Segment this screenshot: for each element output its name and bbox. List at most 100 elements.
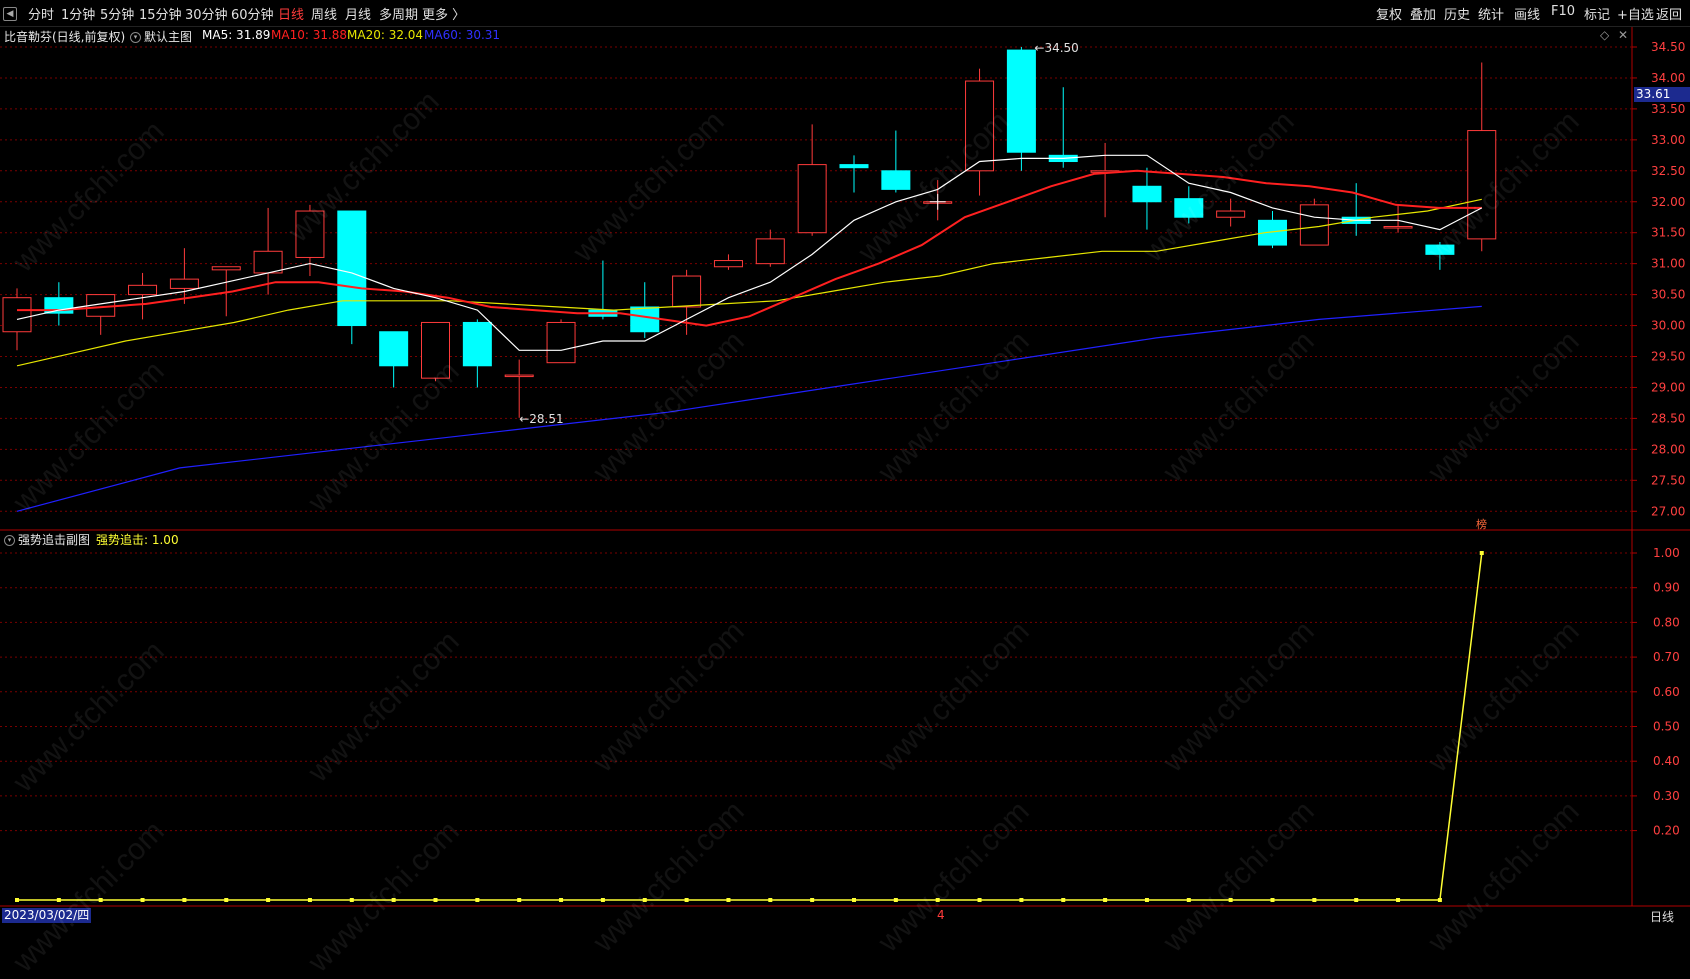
price-tick-label: 32.00 bbox=[1651, 195, 1685, 209]
indicator-point bbox=[266, 898, 271, 902]
more-menu[interactable]: 更多 〉 bbox=[422, 4, 465, 23]
price-tick-label: 27.50 bbox=[1651, 473, 1685, 487]
draw-line-button[interactable]: 画线 bbox=[1514, 4, 1540, 23]
month-marker: 4 bbox=[937, 908, 945, 922]
price-tick-label: 29.50 bbox=[1651, 350, 1685, 364]
candle-body bbox=[421, 321, 450, 379]
indicator-point bbox=[1186, 898, 1191, 902]
add-watchlist-button[interactable]: +自选 bbox=[1617, 4, 1654, 23]
history-button[interactable]: 历史 bbox=[1444, 4, 1470, 23]
toolbar: ◀ 分时 1分钟 5分钟 15分钟 30分钟 60分钟 日线 周线 月线 多周期… bbox=[0, 0, 1690, 27]
candle-body bbox=[1174, 198, 1204, 218]
indicator-point bbox=[852, 898, 856, 902]
indicator-tick-label: 0.70 bbox=[1653, 650, 1680, 664]
period-tab-30min[interactable]: 30分钟 bbox=[185, 4, 228, 23]
indicator-tick-label: 0.60 bbox=[1653, 685, 1680, 699]
indicator-point bbox=[559, 898, 564, 902]
current-price-tag: 33.61 bbox=[1634, 87, 1690, 102]
indicator-point bbox=[98, 898, 103, 902]
candle-body bbox=[839, 164, 869, 169]
price-tick-label: 32.50 bbox=[1651, 164, 1685, 178]
stock-title: 比音勒芬(日线,前复权) bbox=[4, 30, 126, 44]
indicator-point bbox=[893, 898, 898, 902]
chart-canvas[interactable]: 34.50 34.00 33.50 33.00 32.50 32.00 31.50 31.00… bbox=[0, 0, 1690, 924]
back-button[interactable]: 返回 bbox=[1656, 4, 1682, 23]
period-tab-60min[interactable]: 60分钟 bbox=[231, 4, 274, 23]
indicator-point bbox=[1354, 898, 1359, 902]
candle-body bbox=[881, 170, 911, 190]
candle-body bbox=[128, 284, 158, 296]
indicator-point bbox=[433, 898, 438, 902]
bottom-period-label: 日线 bbox=[1650, 910, 1675, 924]
statistics-button[interactable]: 统计 bbox=[1478, 4, 1504, 23]
indicator-point bbox=[1312, 898, 1317, 902]
indicator-point bbox=[140, 898, 145, 902]
main-chart-selector[interactable]: ▾ 默认主图 bbox=[130, 28, 192, 45]
overlay-button[interactable]: 叠加 bbox=[1410, 4, 1436, 23]
candle-body bbox=[1383, 226, 1413, 229]
indicator-point bbox=[1228, 898, 1233, 902]
candle-body bbox=[379, 331, 409, 367]
candle-body bbox=[546, 321, 576, 364]
sub-chart-selector[interactable]: ▾ 强势追击副图 bbox=[4, 531, 90, 548]
indicator-point bbox=[1144, 898, 1149, 902]
candle-body bbox=[1467, 130, 1497, 240]
price-tick-label: 34.00 bbox=[1651, 71, 1685, 85]
price-tick-label: 28.50 bbox=[1651, 411, 1685, 425]
price-tick-label: 34.50 bbox=[1651, 40, 1685, 54]
mark-button[interactable]: 标记 bbox=[1584, 4, 1610, 23]
indicator-point bbox=[810, 898, 815, 902]
indicator-point bbox=[1019, 898, 1024, 902]
indicator-point bbox=[15, 898, 19, 902]
indicator-point bbox=[600, 898, 605, 902]
indicator-tick-label: 0.30 bbox=[1653, 789, 1680, 803]
indicator-point bbox=[349, 898, 354, 902]
chevron-down-icon: ▾ bbox=[130, 32, 141, 43]
period-tab-multi[interactable]: 多周期 bbox=[379, 4, 418, 23]
price-tick-label: 33.50 bbox=[1651, 102, 1685, 116]
period-tab-15min[interactable]: 15分钟 bbox=[139, 4, 182, 23]
price-tick-label: 30.00 bbox=[1651, 319, 1685, 333]
indicator-point bbox=[1103, 898, 1108, 902]
low-price-label: ←28.51 bbox=[519, 412, 563, 426]
candle-body bbox=[1216, 210, 1246, 218]
indicator-point bbox=[182, 898, 187, 902]
period-tab-monthly[interactable]: 月线 bbox=[345, 4, 371, 23]
restore-rights-button[interactable]: 复权 bbox=[1376, 4, 1402, 23]
candle-body bbox=[1425, 244, 1455, 255]
candle-body bbox=[672, 275, 702, 308]
corner-mark: 榜 bbox=[1476, 518, 1487, 531]
indicator-tick-label: 0.90 bbox=[1653, 581, 1680, 595]
high-price-label: ←34.50 bbox=[1034, 41, 1078, 55]
indicator-point bbox=[224, 898, 229, 902]
price-tick-label: 30.50 bbox=[1651, 288, 1685, 302]
candle-body bbox=[797, 164, 827, 234]
price-tick-label: 28.00 bbox=[1651, 442, 1685, 456]
f10-button[interactable]: F10 bbox=[1551, 4, 1575, 19]
period-tab-1min[interactable]: 1分钟 bbox=[61, 4, 95, 23]
cursor-date: 2023/03/02/四 bbox=[2, 908, 92, 923]
sub-chart-title: 强势追击副图 bbox=[18, 533, 91, 547]
indicator-point bbox=[1061, 898, 1066, 902]
indicator-point bbox=[1270, 898, 1275, 902]
close-icon[interactable]: ✕ bbox=[1618, 28, 1628, 42]
candle-body bbox=[504, 374, 534, 378]
diamond-icon[interactable]: ◇ bbox=[1600, 28, 1609, 42]
indicator-point bbox=[391, 898, 396, 902]
indicator-point bbox=[768, 898, 773, 902]
candle-body bbox=[211, 266, 241, 271]
indicator-tick-label: 0.80 bbox=[1653, 615, 1680, 629]
chevron-left-icon[interactable]: ◀ bbox=[3, 7, 17, 21]
period-tab-weekly[interactable]: 周线 bbox=[311, 4, 337, 23]
indicator-point bbox=[935, 898, 940, 902]
indicator-point bbox=[1396, 898, 1401, 902]
price-tick-label: 31.50 bbox=[1651, 226, 1685, 240]
candle-body bbox=[630, 306, 660, 333]
period-tab-daily[interactable]: 日线 bbox=[278, 4, 304, 23]
candle-body bbox=[169, 278, 199, 289]
candle-body bbox=[1006, 49, 1036, 153]
candle-body bbox=[337, 210, 367, 327]
chevron-down-icon: ▾ bbox=[4, 535, 15, 546]
period-tab-fenshi[interactable]: 分时 bbox=[28, 4, 54, 23]
period-tab-5min[interactable]: 5分钟 bbox=[100, 4, 134, 23]
